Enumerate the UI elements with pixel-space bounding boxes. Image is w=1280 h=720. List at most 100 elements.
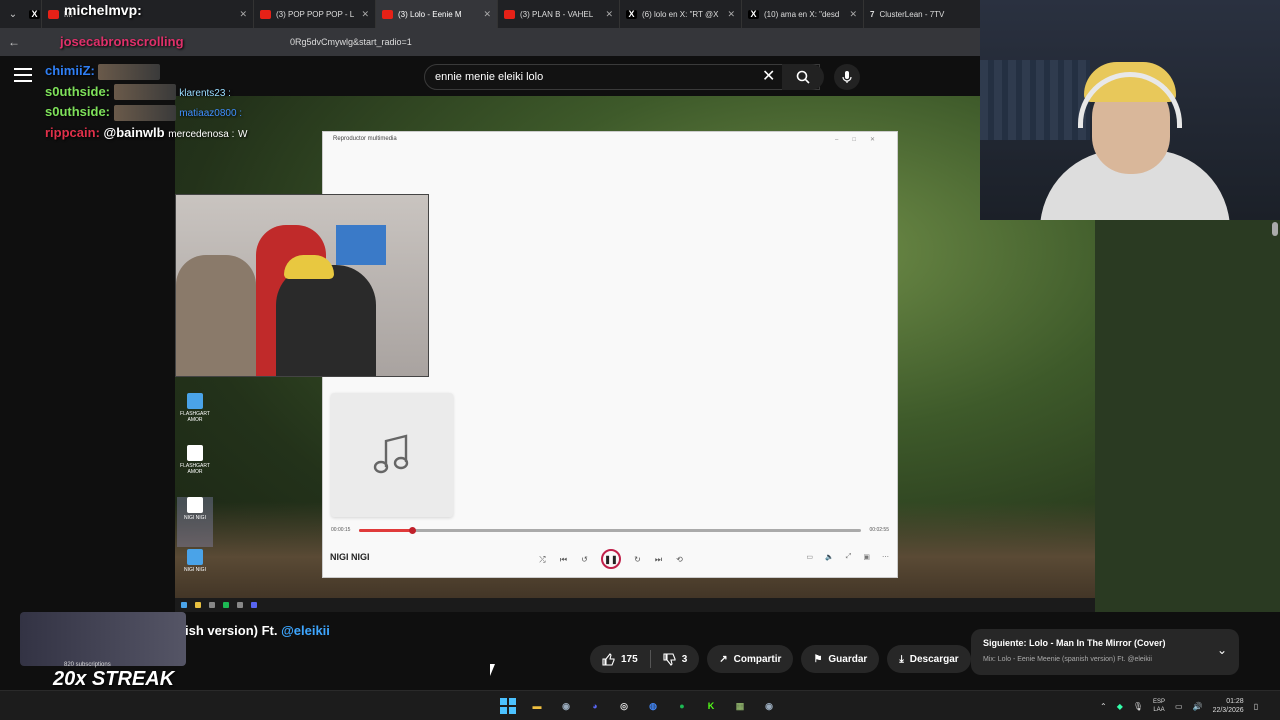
up-next-panel[interactable]: Siguiente: Lolo - Man In The Mirror (Cov… xyxy=(971,629,1239,675)
download-button[interactable]: ⤓ Descargar xyxy=(887,645,971,673)
chat-message: chimiiZ: xyxy=(45,63,325,80)
scrollbar-thumb[interactable] xyxy=(1272,222,1278,236)
spotify-icon[interactable]: ● xyxy=(672,696,692,716)
tab-active[interactable]: (3) Lolo - Eenie M ✕ xyxy=(376,0,498,28)
chevron-down-icon[interactable]: ⌄ xyxy=(1217,643,1227,657)
desktop-icon-label: NIGI NIGI xyxy=(184,567,206,573)
close-icon[interactable]: ✕ xyxy=(605,9,613,20)
more-options-icon[interactable]: ⋯ xyxy=(882,553,889,561)
dislike-button[interactable]: 3 xyxy=(663,652,687,666)
tab-7[interactable]: 7 ClusterLean - 7TV xyxy=(864,0,968,28)
repeat-icon[interactable]: ⟲ xyxy=(675,555,684,564)
forward-icon[interactable]: ↻ xyxy=(633,555,642,564)
volume-icon[interactable]: 🔊 xyxy=(1193,702,1203,711)
tab-x-pinned[interactable]: X xyxy=(26,0,42,28)
desktop-icon[interactable]: FLASHGART AMOR xyxy=(177,445,213,495)
tab-6[interactable]: X (10) ama en X: "desd ✕ xyxy=(742,0,864,28)
language-code: ESP xyxy=(1153,699,1166,705)
taskbar-apps: ▬ ◉ ◕ ◎ ◍ ● K ▦ ◉ xyxy=(498,696,779,716)
language-indicator[interactable]: ESP LAA xyxy=(1153,698,1165,714)
miniplayer-icon[interactable]: ▭ xyxy=(806,553,813,561)
7tv-icon: 7 xyxy=(870,9,875,19)
download-icon: ⤓ xyxy=(899,653,904,665)
close-icon[interactable]: ✕ xyxy=(483,9,491,20)
microphone-icon[interactable]: 🎙 xyxy=(1133,702,1143,711)
network-icon[interactable]: ▭ xyxy=(1175,702,1183,711)
close-icon[interactable]: ✕ xyxy=(239,9,247,20)
tab-search-chevron-icon[interactable]: ⌄ xyxy=(0,0,26,28)
tab-4[interactable]: (3) PLAN B - VAHEL ✕ xyxy=(498,0,620,28)
clear-search-icon[interactable]: ✕ xyxy=(762,66,775,86)
clock-date: 22/3/2026 xyxy=(1212,707,1244,714)
up-next-subtitle: Mix: Lolo - Eenie Meenie (spanish versio… xyxy=(983,656,1152,663)
notifications-icon[interactable]: ▯ xyxy=(1254,702,1258,711)
close-icon[interactable]: ✕ xyxy=(849,9,857,20)
obs-icon[interactable]: ◎ xyxy=(614,696,634,716)
chat-message: s0uthside: klarents23 : xyxy=(45,84,325,101)
chat-username: chimiiZ: xyxy=(45,63,95,78)
rewind-icon[interactable]: ↺ xyxy=(580,555,589,564)
streak-label: 20x STREAK xyxy=(53,668,175,690)
chat-emote xyxy=(113,84,176,101)
video-title-link[interactable]: @eleikii xyxy=(281,623,330,638)
steam-icon[interactable]: ◉ xyxy=(759,696,779,716)
desktop-icon-label: FLASHGART AMOR xyxy=(180,411,210,423)
tab-2[interactable]: (3) POP POP POP - L ✕ xyxy=(254,0,376,28)
seek-bar[interactable] xyxy=(359,527,861,534)
youtube-icon xyxy=(504,9,515,19)
desktop-icon-label: NIGI NIGI xyxy=(184,515,206,521)
chat-username: rippcain: xyxy=(45,124,100,140)
windows-logo-icon xyxy=(500,698,516,714)
kick-icon[interactable]: K xyxy=(701,696,721,716)
desktop-icon-selected[interactable]: NIGI NIGI xyxy=(177,497,213,547)
video-actions: 175 3 ↗Compartir ⚑Guardar ⤓Descargar ••• xyxy=(590,645,1007,673)
desktop-icon[interactable]: FLASHGART AMOR xyxy=(177,393,213,443)
file-explorer-icon[interactable]: ▬ xyxy=(527,696,547,716)
download-label: Descargar xyxy=(909,653,959,665)
tab-label: ClusterLean - 7TV xyxy=(879,9,945,19)
close-icon[interactable]: ✕ xyxy=(727,9,735,20)
security-icon[interactable]: ◆ xyxy=(1117,702,1123,711)
youtube-icon xyxy=(48,9,59,19)
url-text[interactable]: 0Rg5dvCmywlg&start_radio=1 xyxy=(290,37,412,47)
search-input[interactable]: ennie menie eleiki lolo xyxy=(424,64,820,90)
share-button[interactable]: ↗ Compartir xyxy=(707,645,794,673)
cast-icon[interactable]: ▣ xyxy=(863,553,870,561)
inset-person xyxy=(176,255,256,376)
close-icon[interactable]: ✕ xyxy=(361,9,369,20)
media-player-title: Reproductor multimedia xyxy=(333,136,397,142)
start-button[interactable] xyxy=(498,696,518,716)
tab-5[interactable]: X (6) lolo en X: "RT @X ✕ xyxy=(620,0,742,28)
search-button[interactable] xyxy=(782,64,824,90)
video-file-icon xyxy=(187,445,203,461)
voice-search-button[interactable] xyxy=(834,64,860,90)
shuffle-icon[interactable]: ⤮ xyxy=(538,555,547,564)
chrome-icon[interactable]: ◍ xyxy=(643,696,663,716)
inset-background-shirt xyxy=(336,225,386,265)
desktop-icon[interactable]: NIGI NIGI xyxy=(177,549,213,599)
window-controls[interactable]: –□✕ xyxy=(835,136,889,143)
system-tray: ⌃ ◆ 🎙 ESP LAA ▭ 🔊 01:28 22/3/2026 ▯ xyxy=(1100,697,1258,715)
minecraft-icon[interactable]: ▦ xyxy=(730,696,750,716)
clock[interactable]: 01:28 22/3/2026 xyxy=(1213,697,1244,715)
back-arrow-icon[interactable]: ← xyxy=(8,35,20,49)
menu-hamburger-icon[interactable] xyxy=(14,68,32,82)
discord-icon[interactable]: ◕ xyxy=(585,696,605,716)
desktop-icons: FLASHGART AMOR FLASHGART AMOR NIGI NIGI … xyxy=(177,393,213,601)
save-button[interactable]: ⚑ Guardar xyxy=(801,645,880,673)
like-button[interactable]: 175 xyxy=(602,652,638,666)
tab-label: (3) PLAN B - VAHEL xyxy=(520,9,594,19)
next-icon[interactable]: ⏭ xyxy=(654,555,663,564)
mouse-cursor xyxy=(490,664,495,676)
x-logo-icon: X xyxy=(29,9,40,19)
steam-icon[interactable]: ◉ xyxy=(556,696,576,716)
inset-person xyxy=(276,265,376,376)
seek-knob[interactable] xyxy=(409,527,416,534)
streak-overlay: 820 subscriptions 20x STREAK xyxy=(20,612,186,690)
volume-icon[interactable]: 🔈 xyxy=(825,553,834,561)
time-current: 00:00:15 xyxy=(331,527,351,533)
chevron-up-icon[interactable]: ⌃ xyxy=(1100,702,1107,711)
previous-icon[interactable]: ⏮ xyxy=(559,555,568,564)
fullscreen-icon[interactable]: ⤢ xyxy=(846,553,852,561)
pause-button[interactable]: ❚❚ xyxy=(601,549,621,569)
